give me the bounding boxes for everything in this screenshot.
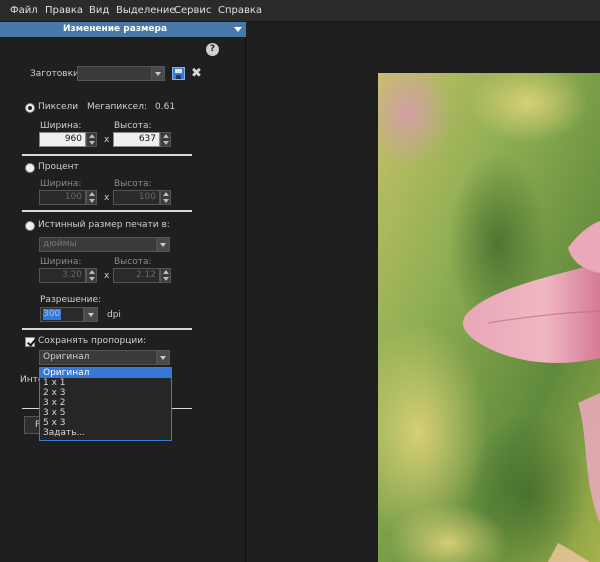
pixels-height-stepper[interactable] bbox=[160, 132, 171, 147]
aspect-option[interactable]: 1 x 1 bbox=[40, 378, 171, 388]
menu-select[interactable]: Выделение bbox=[116, 5, 176, 16]
pixels-radio[interactable] bbox=[25, 103, 35, 113]
resolution-unit: dpi bbox=[107, 310, 121, 320]
resolution-input[interactable]: 300 bbox=[40, 307, 84, 322]
flower-photo bbox=[378, 73, 600, 562]
percent-width-stepper[interactable] bbox=[86, 190, 97, 205]
print-height-input[interactable]: 2.12 bbox=[113, 268, 160, 283]
divider bbox=[22, 210, 192, 212]
presets-combo[interactable] bbox=[77, 66, 165, 81]
print-height-stepper[interactable] bbox=[160, 268, 171, 283]
chevron-down-icon[interactable] bbox=[151, 67, 164, 80]
panel-title: Изменение размера bbox=[62, 24, 168, 34]
print-width-input[interactable]: 3.20 bbox=[39, 268, 86, 283]
panel-header[interactable]: Изменение размера bbox=[0, 22, 246, 37]
pixels-width-stepper[interactable] bbox=[86, 132, 97, 147]
print-size-label: Истинный размер печати в: bbox=[38, 220, 170, 230]
aspect-option[interactable]: Оригинал bbox=[40, 368, 171, 378]
collapse-arrow-icon[interactable] bbox=[234, 27, 242, 32]
pixels-width-input[interactable]: 960 bbox=[39, 132, 86, 147]
chevron-down-icon[interactable] bbox=[84, 307, 98, 322]
percent-label: Процент bbox=[38, 162, 79, 172]
menu-file[interactable]: Файл bbox=[10, 5, 38, 16]
print-unit-combo[interactable]: дюймы bbox=[39, 237, 170, 252]
menu-bar: Файл Правка Вид Выделение Сервис Справка bbox=[0, 0, 600, 22]
print-height-label: Высота: bbox=[114, 257, 152, 267]
percent-height-label: Высота: bbox=[114, 179, 152, 189]
aspect-option[interactable]: 3 x 5 bbox=[40, 408, 171, 418]
times-sign: x bbox=[104, 135, 110, 145]
aspect-option[interactable]: Задать... bbox=[40, 428, 171, 438]
percent-height-input[interactable]: 100 bbox=[113, 190, 160, 205]
keep-aspect-checkbox[interactable] bbox=[25, 337, 35, 347]
menu-help[interactable]: Справка bbox=[218, 5, 262, 16]
aspect-dropdown-list: Оригинал 1 x 1 2 x 3 3 x 2 3 x 5 5 x 3 З… bbox=[39, 367, 172, 441]
aspect-combo[interactable]: Оригинал bbox=[39, 350, 170, 365]
chevron-down-icon[interactable] bbox=[156, 351, 169, 364]
aspect-option[interactable]: 3 x 2 bbox=[40, 398, 171, 408]
menu-edit[interactable]: Правка bbox=[45, 5, 83, 16]
percent-radio[interactable] bbox=[25, 163, 35, 173]
percent-width-label: Ширина: bbox=[40, 179, 82, 189]
aspect-option[interactable]: 2 x 3 bbox=[40, 388, 171, 398]
image-canvas[interactable] bbox=[378, 73, 600, 562]
print-width-label: Ширина: bbox=[40, 257, 82, 267]
divider bbox=[22, 154, 192, 156]
resolution-label: Разрешение: bbox=[40, 295, 102, 305]
menu-tools[interactable]: Сервис bbox=[174, 5, 211, 16]
divider bbox=[22, 328, 192, 330]
chevron-down-icon[interactable] bbox=[156, 238, 169, 251]
pixels-width-label: Ширина: bbox=[40, 121, 82, 131]
print-width-stepper[interactable] bbox=[86, 268, 97, 283]
pixels-height-input[interactable]: 637 bbox=[113, 132, 160, 147]
keep-aspect-label: Сохранять пропорции: bbox=[38, 336, 147, 346]
aspect-option[interactable]: 5 x 3 bbox=[40, 418, 171, 428]
times-sign: x bbox=[104, 193, 110, 203]
presets-label: Заготовки bbox=[30, 69, 79, 79]
print-size-radio[interactable] bbox=[25, 221, 35, 231]
percent-height-stepper[interactable] bbox=[160, 190, 171, 205]
help-icon[interactable]: ? bbox=[206, 43, 219, 56]
times-sign: x bbox=[104, 271, 110, 281]
pixels-label: Пиксели bbox=[38, 102, 79, 112]
menu-view[interactable]: Вид bbox=[89, 5, 109, 16]
megapixel-label: Мегапиксел: bbox=[87, 102, 147, 112]
percent-width-input[interactable]: 100 bbox=[39, 190, 86, 205]
delete-icon[interactable]: ✖ bbox=[190, 67, 203, 80]
save-icon[interactable] bbox=[172, 67, 185, 80]
megapixel-value: 0.61 bbox=[155, 102, 176, 112]
pixels-height-label: Высота: bbox=[114, 121, 152, 131]
